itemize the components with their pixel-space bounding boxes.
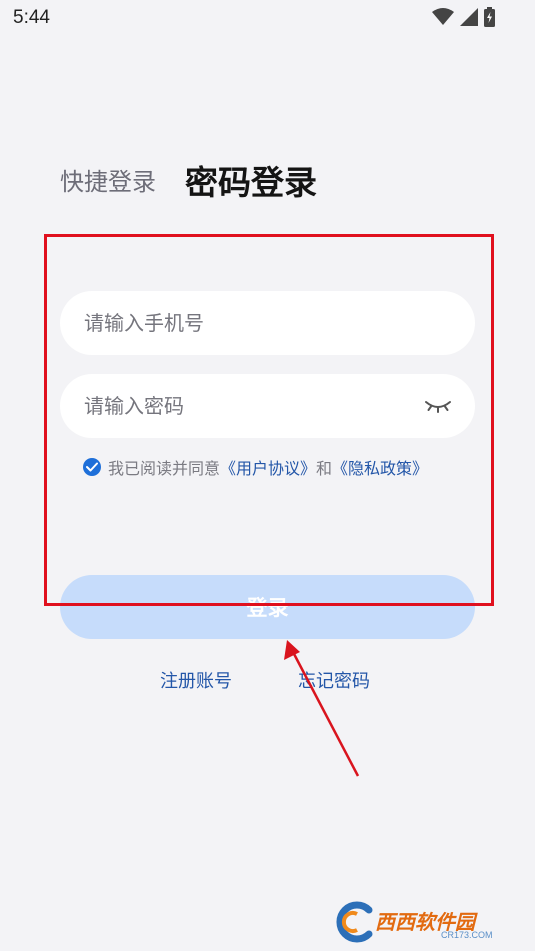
status-time: 5:44 — [13, 7, 50, 28]
status-icons — [432, 7, 495, 27]
agreement-checkbox[interactable] — [83, 458, 101, 476]
watermark-c-icon — [336, 901, 373, 943]
phone-input[interactable] — [60, 291, 475, 355]
wifi-icon — [432, 8, 454, 25]
forgot-password-link[interactable]: 忘记密码 — [298, 667, 370, 693]
agreement-prefix: 我已阅读并同意 — [108, 459, 221, 478]
password-input[interactable] — [60, 374, 475, 438]
password-field-container — [60, 374, 475, 438]
privacy-policy-link[interactable]: 《隐私政策》 — [332, 455, 428, 479]
battery-icon — [484, 7, 495, 27]
tab-password-login[interactable]: 密码登录 — [185, 156, 317, 204]
watermark-domain: CR173.COM — [441, 930, 493, 940]
watermark-logo: 西西软件园 CR173.COM — [333, 898, 523, 948]
login-button[interactable]: 登录 — [60, 575, 475, 639]
tab-quick-login[interactable]: 快捷登录 — [60, 162, 156, 197]
eye-closed-icon[interactable] — [423, 394, 453, 416]
agreement-row: 我已阅读并同意 《用户协议》 和 《隐私政策》 — [83, 455, 428, 479]
cell-signal-icon — [460, 8, 478, 26]
status-bar: 5:44 — [0, 0, 535, 36]
user-agreement-link[interactable]: 《用户协议》 — [220, 455, 316, 479]
register-link[interactable]: 注册账号 — [160, 667, 232, 693]
agreement-conjunction: 和 — [316, 459, 333, 478]
checkmark-icon — [86, 462, 98, 472]
phone-field-container — [60, 291, 475, 355]
